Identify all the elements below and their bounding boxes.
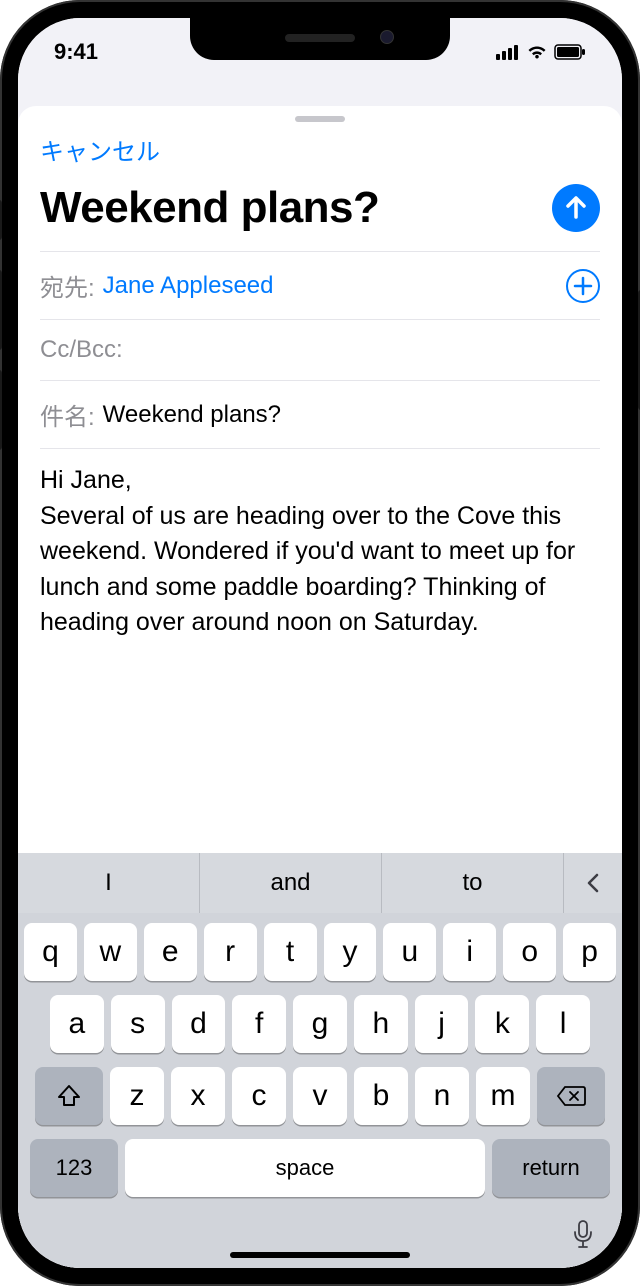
status-time: 9:41 (54, 39, 98, 65)
collapse-suggestions-button[interactable] (564, 853, 622, 913)
status-indicators (496, 44, 586, 60)
suggestion-3[interactable]: to (382, 853, 564, 913)
key-h[interactable]: h (354, 995, 408, 1053)
plus-icon (573, 276, 593, 296)
key-j[interactable]: j (415, 995, 469, 1053)
suggestion-bar: I and to (18, 853, 622, 913)
key-row-1: q w e r t y u i o p (24, 923, 616, 981)
key-n[interactable]: n (415, 1067, 469, 1125)
arrow-up-icon (563, 195, 589, 221)
sheet-grabber[interactable] (295, 116, 345, 122)
shift-key[interactable] (35, 1067, 103, 1125)
keyboard: I and to q w e r t (18, 853, 622, 1268)
key-o[interactable]: o (503, 923, 556, 981)
key-k[interactable]: k (475, 995, 529, 1053)
key-p[interactable]: p (563, 923, 616, 981)
cc-bcc-row[interactable]: Cc/Bcc: (40, 319, 600, 380)
send-button[interactable] (552, 184, 600, 232)
battery-icon (554, 44, 586, 60)
key-i[interactable]: i (443, 923, 496, 981)
compose-title: Weekend plans? (40, 183, 379, 233)
key-g[interactable]: g (293, 995, 347, 1053)
key-d[interactable]: d (172, 995, 226, 1053)
key-m[interactable]: m (476, 1067, 530, 1125)
key-row-3: z x c v b n m (24, 1067, 616, 1125)
backspace-icon (556, 1085, 586, 1107)
key-c[interactable]: c (232, 1067, 286, 1125)
key-u[interactable]: u (383, 923, 436, 981)
key-t[interactable]: t (264, 923, 317, 981)
key-z[interactable]: z (110, 1067, 164, 1125)
to-field-row[interactable]: 宛先: Jane Appleseed (40, 251, 600, 319)
add-recipient-button[interactable] (566, 269, 600, 303)
key-r[interactable]: r (204, 923, 257, 981)
to-recipient[interactable]: Jane Appleseed (103, 272, 274, 300)
key-q[interactable]: q (24, 923, 77, 981)
numbers-key[interactable]: 123 (30, 1139, 118, 1197)
key-l[interactable]: l (536, 995, 590, 1053)
wifi-icon (526, 44, 548, 60)
cc-bcc-label: Cc/Bcc: (40, 336, 123, 364)
subject-label: 件名: (40, 397, 95, 432)
key-f[interactable]: f (232, 995, 286, 1053)
message-body[interactable]: Hi Jane, Several of us are heading over … (40, 448, 600, 853)
space-key[interactable]: space (125, 1139, 485, 1197)
backspace-key[interactable] (537, 1067, 605, 1125)
suggestion-1[interactable]: I (18, 853, 200, 913)
return-key[interactable]: return (492, 1139, 610, 1197)
to-label: 宛先: (40, 268, 95, 303)
suggestion-2[interactable]: and (200, 853, 382, 913)
subject-row[interactable]: 件名: Weekend plans? (40, 380, 600, 448)
key-row-2: a s d f g h j k l (24, 995, 616, 1053)
mic-icon (572, 1219, 594, 1249)
key-b[interactable]: b (354, 1067, 408, 1125)
key-v[interactable]: v (293, 1067, 347, 1125)
key-w[interactable]: w (84, 923, 137, 981)
compose-sheet: キャンセル Weekend plans? 宛先: Jane Appleseed (18, 106, 622, 1268)
key-s[interactable]: s (111, 995, 165, 1053)
cancel-button[interactable]: キャンセル (40, 132, 160, 167)
cellular-icon (496, 44, 520, 60)
key-e[interactable]: e (144, 923, 197, 981)
home-indicator[interactable] (230, 1252, 410, 1258)
subject-value[interactable]: Weekend plans? (103, 401, 281, 429)
dictation-button[interactable] (572, 1219, 594, 1254)
key-y[interactable]: y (324, 923, 377, 981)
chevron-left-icon (585, 871, 601, 895)
key-x[interactable]: x (171, 1067, 225, 1125)
shift-icon (56, 1083, 82, 1109)
key-a[interactable]: a (50, 995, 104, 1053)
